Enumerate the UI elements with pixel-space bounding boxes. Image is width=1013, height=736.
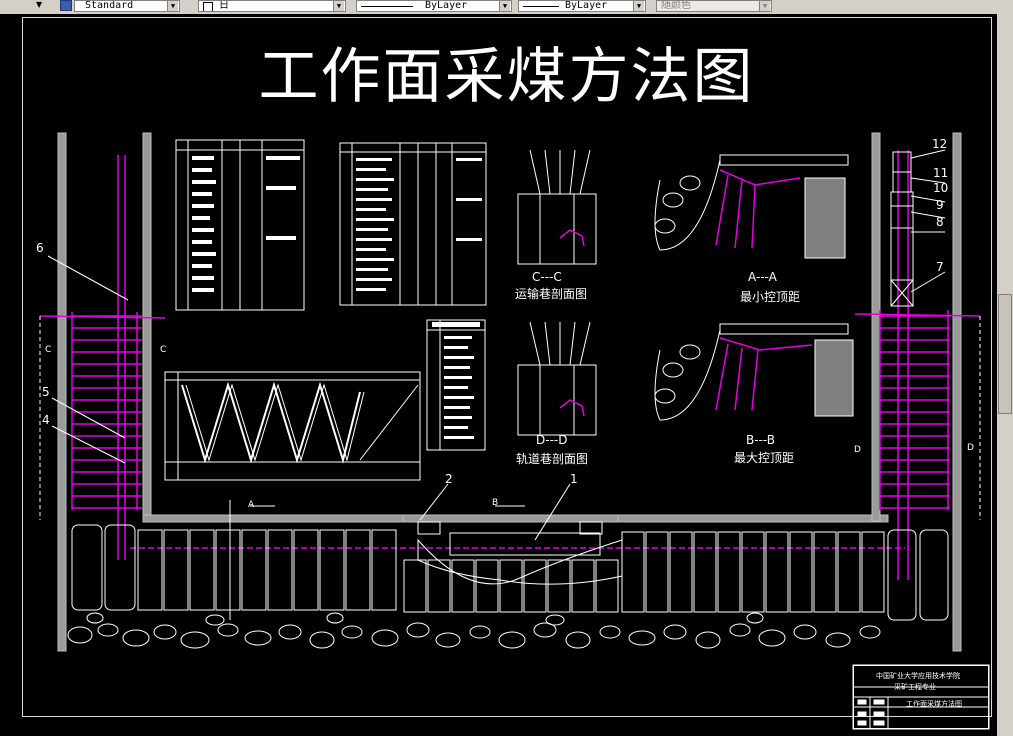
drawing-geometry: [39, 132, 990, 730]
marker-a-arrow: A: [248, 500, 255, 510]
callout-10: 10: [933, 181, 949, 195]
gob-rubble: [67, 612, 881, 649]
title-block-major: 采矿工程专业: [894, 683, 936, 691]
section-caption-min: 最小控顶距: [740, 290, 801, 304]
tables: [164, 139, 487, 481]
equipment-stack: [890, 151, 914, 307]
callout-12: 12: [932, 137, 948, 151]
section-label-c: C---C: [532, 270, 562, 284]
marker-c-inner: C: [160, 345, 167, 355]
callout-5: 5: [42, 385, 50, 399]
callout-4: 4: [42, 413, 50, 427]
callout-11: 11: [933, 166, 949, 180]
section-label-d: D---D: [536, 433, 568, 447]
section-supports: [559, 229, 585, 417]
section-caption-max: 最大控顶距: [734, 451, 795, 465]
callout-9: 9: [936, 198, 944, 212]
callout-8: 8: [936, 215, 944, 229]
callout-6: 6: [36, 241, 44, 255]
section-caption-track: 轨道巷剖面图: [516, 452, 589, 466]
marker-d-right: D: [967, 443, 974, 453]
marker-d-left: D: [854, 445, 861, 455]
title-block-drawing-name: 工作面采煤方法图: [906, 700, 962, 708]
hydraulic-supports: [71, 521, 949, 621]
callout-7: 7: [936, 260, 944, 274]
section-caption-transport: 运输巷剖面图: [515, 287, 588, 301]
callout-2: 2: [445, 472, 453, 486]
marker-c-left: C: [45, 345, 52, 355]
section-label-a: A---A: [748, 270, 777, 284]
marker-b-arrow: B: [492, 498, 499, 508]
callout-1: 1: [570, 472, 578, 486]
title-block-school: 中国矿业大学应用技术学院: [876, 672, 960, 680]
title-block: 中国矿业大学应用技术学院 采矿工程专业 工作面采煤方法图: [853, 665, 989, 729]
section-label-b: B---B: [746, 433, 776, 447]
